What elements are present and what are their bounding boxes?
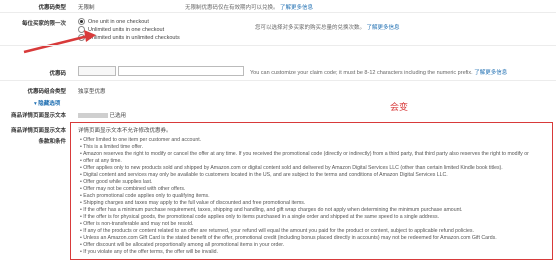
terms-label: 商品详情页面显示文本 bbox=[10, 128, 66, 134]
term-item: • If you violate any of the offer terms,… bbox=[80, 249, 219, 255]
custom-message-label: 商品详情页面显示文本 bbox=[10, 113, 66, 119]
term-item: • Amazon reserves the right to modify or… bbox=[80, 151, 529, 157]
term-item: • Offer limited to one item per customer… bbox=[80, 137, 202, 143]
term-item: • Unless an Amazon.com Gift Card is the … bbox=[80, 235, 497, 241]
claim-code-help-text: You can customize your claim code; it mu… bbox=[250, 70, 473, 76]
advanced-options-text: 隐藏选项 bbox=[38, 101, 61, 107]
red-arrow-annotation bbox=[23, 30, 96, 54]
custom-message-row: 已选用 bbox=[78, 111, 126, 119]
term-item: • Offer discount will be allocated propo… bbox=[80, 242, 285, 248]
term-item: • Each promotional code applies only to … bbox=[80, 193, 210, 199]
term-item: • Offer applies only to new products sol… bbox=[80, 165, 503, 171]
claim-code-input[interactable] bbox=[118, 66, 244, 76]
term-item: • Offer may not be combined with other o… bbox=[80, 186, 186, 192]
term-item: • This is a limited time offer. bbox=[80, 144, 144, 150]
annotation-note: 会变 bbox=[390, 102, 409, 112]
arrow-shaft bbox=[23, 34, 89, 54]
claim-code-label: 优惠码 bbox=[49, 71, 66, 77]
term-item: • If any of the products or content rela… bbox=[80, 228, 474, 234]
combinability-label: 优惠码组合类型 bbox=[27, 89, 66, 95]
terms-value: 详情页面显示文本不允许修改优惠券。 bbox=[78, 128, 172, 134]
term-item: • If the offer is for physical goods, th… bbox=[80, 214, 440, 220]
blurred-text bbox=[78, 113, 108, 119]
combinability-value: 独享型优惠 bbox=[78, 89, 106, 95]
term-item: • If the offer has a minimum purchase re… bbox=[80, 207, 463, 213]
conditions-label: 条款和条件 bbox=[38, 139, 66, 145]
term-item: • Digital content and services may only … bbox=[80, 172, 448, 178]
term-item: • Shipping charges and taxes may apply t… bbox=[80, 200, 306, 206]
advanced-options-link[interactable]: ▾ 隐藏选项 bbox=[34, 99, 60, 107]
claim-code-more-link[interactable]: 了解更多信息 bbox=[474, 70, 507, 76]
term-item: • Offer is non-transferable and may not … bbox=[80, 221, 194, 227]
arrow-head bbox=[84, 30, 96, 42]
custom-message-value: 已选用 bbox=[109, 113, 127, 119]
term-item: • Offer good while supplies last. bbox=[80, 179, 153, 185]
term-item: • offer at any time. bbox=[80, 158, 122, 164]
triangle-down-icon: ▾ bbox=[34, 101, 37, 107]
claim-code-prefix bbox=[78, 66, 116, 76]
claim-code-help: You can customize your claim code; it mu… bbox=[250, 68, 507, 76]
